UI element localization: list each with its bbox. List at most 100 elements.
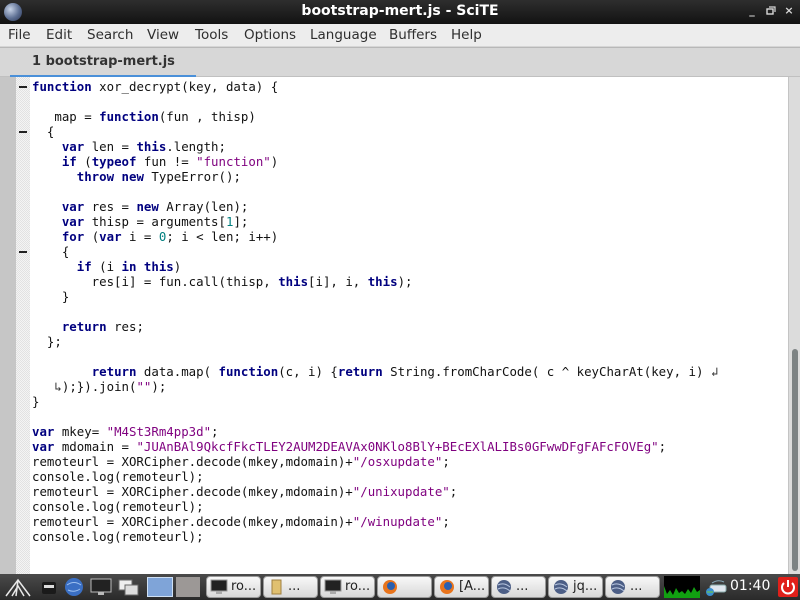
- minimize-button[interactable]: _: [744, 3, 760, 19]
- vertical-scrollbar[interactable]: [788, 77, 800, 574]
- power-button[interactable]: [778, 577, 798, 597]
- code-line[interactable]: console.log(remoteurl);: [32, 469, 204, 484]
- code-line[interactable]: remoteurl = XORCipher.decode(mkey,mdomai…: [32, 484, 457, 499]
- show-desktop-icon[interactable]: [40, 577, 58, 597]
- window-title: bootstrap-mert.js - SciTE: [301, 3, 499, 19]
- keyword-token: return: [337, 364, 383, 379]
- code-line[interactable]: var mkey= "M4St3Rm4pp3d";: [32, 424, 219, 439]
- code-line[interactable]: remoteurl = XORCipher.decode(mkey,mdomai…: [32, 514, 450, 529]
- code-line[interactable]: throw new TypeError();: [32, 169, 241, 184]
- code-line[interactable]: return res;: [32, 319, 144, 334]
- menu-help[interactable]: Help: [451, 27, 482, 43]
- menu-edit[interactable]: Edit: [46, 27, 72, 43]
- code-text: .length;: [166, 139, 226, 154]
- code-text: }: [32, 289, 70, 304]
- firefox-icon: [438, 579, 456, 595]
- code-text: remoteurl = XORCipher.decode(mkey,mdomai…: [32, 514, 353, 529]
- fold-toggle-icon[interactable]: [19, 131, 27, 133]
- taskbar-window-button[interactable]: ro...: [206, 576, 261, 598]
- code-line[interactable]: ↳);}).join("");: [32, 379, 166, 394]
- code-text: ;: [211, 424, 219, 439]
- taskbar-window-button[interactable]: ...: [263, 576, 318, 598]
- code-text: fun !=: [136, 154, 197, 169]
- code-line[interactable]: if (typeof fun != "function"): [32, 154, 278, 169]
- start-menu-icon[interactable]: [4, 577, 32, 597]
- scrollbar-thumb[interactable]: [792, 349, 798, 571]
- code-editor[interactable]: function xor_decrypt(key, data) { map = …: [0, 77, 788, 574]
- menu-tools[interactable]: Tools: [195, 27, 228, 43]
- code-line[interactable]: return data.map( function(c, i) {return …: [32, 364, 719, 379]
- code-line[interactable]: console.log(remoteurl);: [32, 529, 204, 544]
- code-text: ;: [442, 514, 450, 529]
- code-line[interactable]: var thisp = arguments[1];: [32, 214, 249, 229]
- fold-toggle-icon[interactable]: [19, 86, 27, 88]
- code-text: console.log(remoteurl);: [32, 469, 204, 484]
- line-number-margin: [0, 77, 16, 574]
- string-token: "function": [196, 154, 271, 169]
- code-line[interactable]: map = function(fun , thisp): [32, 109, 256, 124]
- taskbar-button-label: ...: [288, 579, 301, 594]
- scite-icon: [552, 579, 570, 595]
- keyword-token: function: [32, 79, 92, 94]
- fold-toggle-icon[interactable]: [19, 251, 27, 253]
- code-line[interactable]: {: [32, 244, 69, 259]
- code-line[interactable]: }: [32, 289, 69, 304]
- code-line[interactable]: };: [32, 334, 62, 349]
- menu-language[interactable]: Language: [310, 27, 377, 43]
- taskbar-window-button[interactable]: ...: [605, 576, 660, 598]
- code-line[interactable]: remoteurl = XORCipher.decode(mkey,mdomai…: [32, 454, 450, 469]
- code-line[interactable]: res[i] = fun.call(thisp, this[i], i, thi…: [32, 274, 413, 289]
- taskbar-window-button[interactable]: ro...: [320, 576, 375, 598]
- string-token: "": [136, 379, 152, 394]
- code-line[interactable]: for (var i = 0; i < len; i++): [32, 229, 278, 244]
- web-browser-icon[interactable]: [63, 577, 85, 597]
- code-line[interactable]: console.log(remoteurl);: [32, 499, 204, 514]
- keyword-token: in: [121, 259, 137, 274]
- tab-bootstrap-mert-js[interactable]: 1 bootstrap-mert.js: [10, 48, 196, 78]
- code-line[interactable]: var len = this.length;: [32, 139, 226, 154]
- power-icon: [781, 580, 795, 595]
- clock[interactable]: 01:40: [730, 578, 770, 594]
- terminal-icon: [324, 579, 342, 595]
- keyword-token: return: [61, 319, 107, 334]
- code-text: console.log(remoteurl);: [32, 529, 204, 544]
- code-line[interactable]: var res = new Array(len);: [32, 199, 249, 214]
- code-line[interactable]: var mdomain = "JUAnBAl9QkcfFkcTLEY2AUM2D…: [32, 439, 666, 454]
- window-switcher-icon[interactable]: [118, 577, 140, 597]
- code-line[interactable]: if (i in this): [32, 259, 181, 274]
- menu-options[interactable]: Options: [244, 27, 296, 43]
- menu-file[interactable]: File: [8, 27, 31, 43]
- maximize-button[interactable]: [762, 3, 778, 19]
- close-button[interactable]: ×: [781, 3, 797, 19]
- keyword-token: var: [32, 439, 55, 454]
- keyword-token: new: [121, 169, 144, 184]
- code-line[interactable]: {: [32, 124, 54, 139]
- fold-margin[interactable]: [16, 77, 30, 574]
- taskbar-window-button[interactable]: jq...: [548, 576, 603, 598]
- menu-buffers[interactable]: Buffers: [389, 27, 437, 43]
- code-text: ; i < len; i++): [166, 229, 279, 244]
- code-text: console.log(remoteurl);: [32, 499, 204, 514]
- keyword-token: if: [61, 154, 77, 169]
- terminal-launcher-icon[interactable]: [90, 577, 112, 597]
- taskbar-window-button[interactable]: ...: [491, 576, 546, 598]
- menu-search[interactable]: Search: [87, 27, 133, 43]
- code-text: (fun , thisp): [158, 109, 256, 124]
- menu-view[interactable]: View: [147, 27, 179, 43]
- network-icon[interactable]: [704, 577, 728, 597]
- keyword-token: var: [61, 214, 85, 229]
- workspace-2-button[interactable]: [176, 577, 200, 597]
- taskbar-window-button[interactable]: [A...: [434, 576, 489, 598]
- code-text: mkey=: [54, 424, 107, 439]
- keyword-token: var: [99, 229, 122, 244]
- code-text: String.fromCharCode( c ^ keyCharAt(key, …: [382, 364, 711, 379]
- code-line[interactable]: }: [32, 394, 39, 409]
- code-line[interactable]: function xor_decrypt(key, data) {: [32, 79, 278, 94]
- code-text: mdomain =: [54, 439, 137, 454]
- workspace-1-button[interactable]: [147, 577, 173, 597]
- taskbar-window-button[interactable]: [377, 576, 432, 598]
- title-bar: bootstrap-mert.js - SciTE _ ×: [0, 0, 800, 24]
